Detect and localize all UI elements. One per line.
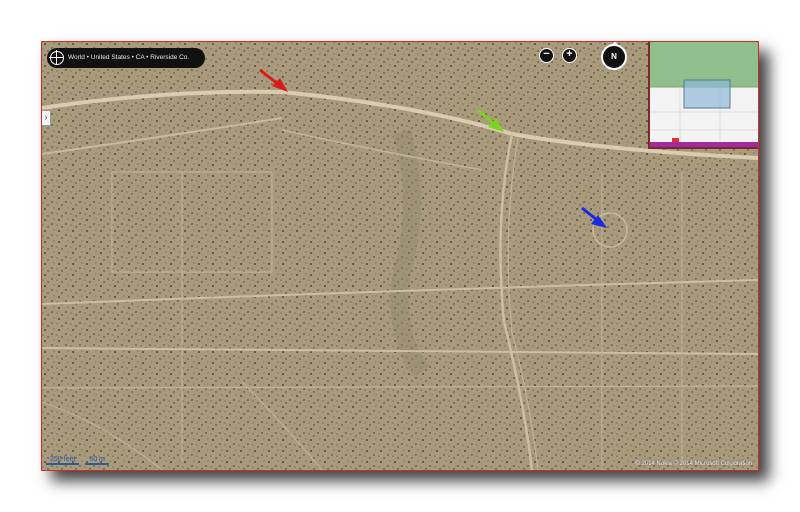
copyright-text: © 2014 Nokia © 2014 Microsoft Corporatio… [635,461,752,467]
compass-icon[interactable]: N [601,42,627,70]
scale-imperial: 250 feet [46,456,80,465]
overview-minimap[interactable] [648,42,758,149]
breadcrumb-text: World • United States • CA • Riverside C… [68,54,190,61]
minimap-marker-icon [672,138,679,142]
globe-icon [49,50,64,65]
zoom-out-button[interactable]: − [539,48,554,63]
minimap-canvas [650,42,758,147]
minimap-border [650,142,758,147]
zoom-in-button[interactable]: + [562,48,577,63]
location-breadcrumb[interactable]: World • United States • CA • Riverside C… [47,48,205,68]
expand-panel-button[interactable]: › [42,110,51,126]
scale-metric: 50 m [85,456,109,465]
map-scale: 250 feet 50 m [46,456,109,465]
map-view[interactable]: World • United States • CA • Riverside C… [41,41,759,471]
